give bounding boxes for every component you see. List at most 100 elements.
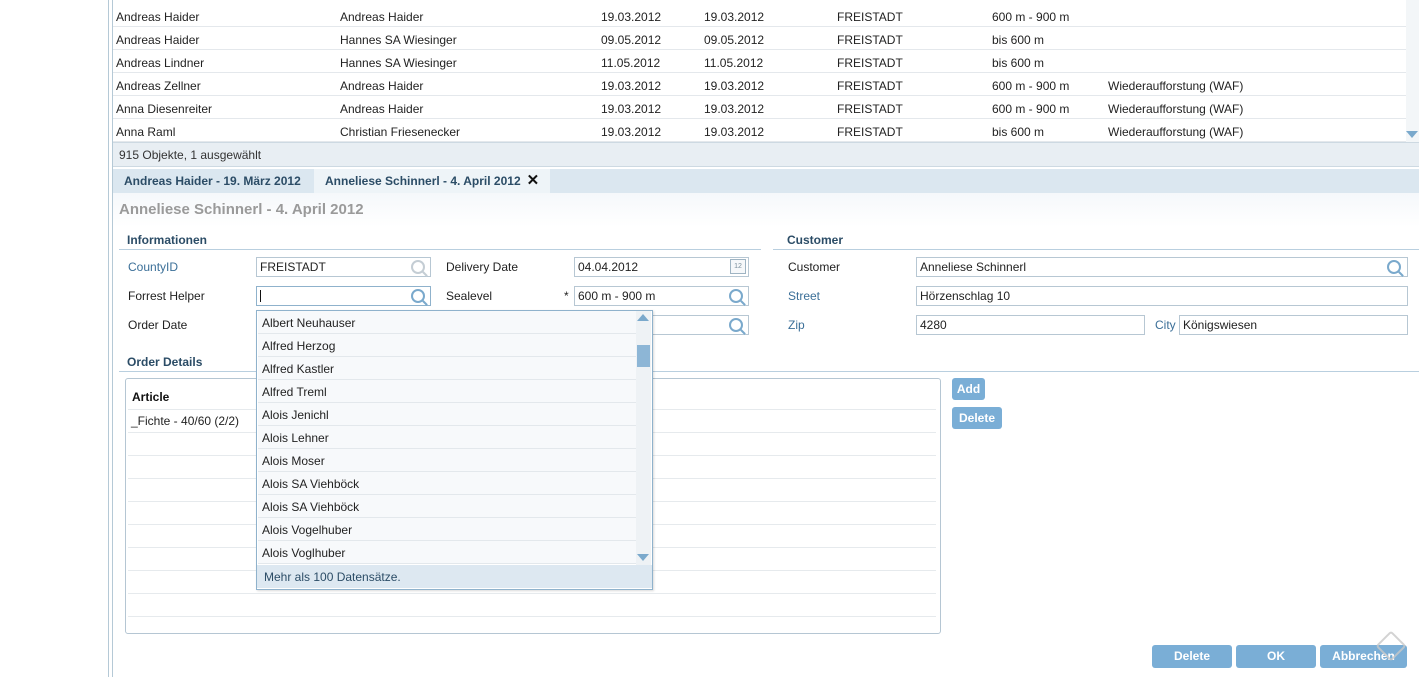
list-item-label: Alois Jenichl xyxy=(262,408,329,422)
table-row[interactable]: Andreas Lindner Hannes SA Wiesinger 11.0… xyxy=(113,49,1406,73)
object-count: 915 Objekte, 1 ausgewählt xyxy=(119,148,262,162)
table-cell: 19.03.2012 xyxy=(704,102,765,116)
scroll-down-icon[interactable] xyxy=(637,554,649,561)
forrest-helper-label: Forrest Helper xyxy=(128,289,205,303)
city-input[interactable]: Königswiesen xyxy=(1179,315,1408,335)
table-cell: 600 m - 900 m xyxy=(992,10,1070,24)
calendar-icon[interactable]: 12 xyxy=(730,259,746,274)
list-item[interactable]: Alois Jenichl xyxy=(258,403,636,426)
table-cell: 19.03.2012 xyxy=(704,10,765,24)
scroll-up-icon[interactable] xyxy=(637,314,649,321)
street-label: Street xyxy=(788,289,821,303)
street-value: Hörzenschlag 10 xyxy=(920,289,1011,303)
column-header-article[interactable]: Article xyxy=(132,390,169,404)
list-item-label: Alfred Treml xyxy=(262,385,327,399)
table-cell: 600 m - 900 m xyxy=(992,102,1070,116)
table-cell: Andreas Haider xyxy=(116,10,200,24)
delivery-date-input[interactable]: 04.04.2012 12 xyxy=(574,257,749,277)
customer-input[interactable]: Anneliese Schinnerl xyxy=(916,257,1408,277)
forrest-helper-input[interactable] xyxy=(256,286,431,306)
list-item-label: Alois SA Viehböck xyxy=(262,500,360,514)
table-cell: Wiederaufforstung (WAF) xyxy=(1108,79,1244,93)
table-row[interactable]: _Fichte - 40/60 (2/2) xyxy=(131,414,239,428)
dropdown-scrollbar[interactable] xyxy=(636,311,651,565)
table-cell: 11.05.2012 xyxy=(601,56,661,70)
zip-label: Zip xyxy=(788,318,805,332)
tab-bar: Andreas Haider - 19. März 2012 Anneliese… xyxy=(113,169,1419,193)
table-cell: 19.03.2012 xyxy=(601,125,662,139)
zip-value: 4280 xyxy=(920,318,947,332)
delivery-date-value: 04.04.2012 xyxy=(578,260,639,274)
scroll-thumb[interactable] xyxy=(637,345,650,367)
table-cell: 19.03.2012 xyxy=(704,125,765,139)
list-item-label: Albert Neuhauser xyxy=(262,316,356,330)
search-icon[interactable] xyxy=(729,289,743,303)
table-cell: Wiederaufforstung (WAF) xyxy=(1108,102,1244,116)
table-row[interactable]: Andreas Haider Andreas Haider 19.03.2012… xyxy=(113,3,1406,27)
table-cell: FREISTADT xyxy=(837,125,903,139)
search-icon[interactable] xyxy=(411,260,425,274)
list-item[interactable]: Alois Vogelhuber xyxy=(258,518,636,541)
table-cell: 19.03.2012 xyxy=(601,79,662,93)
table-scrollbar[interactable] xyxy=(1406,0,1419,142)
table-cell: FREISTADT xyxy=(837,102,903,116)
table-cell: FREISTADT xyxy=(837,10,903,24)
table-row[interactable]: Andreas Zellner Andreas Haider 19.03.201… xyxy=(113,72,1406,96)
delete-article-button[interactable]: Delete xyxy=(952,407,1002,429)
search-icon[interactable] xyxy=(411,289,425,303)
street-input[interactable]: Hörzenschlag 10 xyxy=(916,286,1408,306)
list-item-label: Alfred Herzog xyxy=(262,339,336,353)
zip-input[interactable]: 4280 xyxy=(916,315,1145,335)
list-item[interactable]: Alfred Herzog xyxy=(258,334,636,357)
table-cell: Hannes SA Wiesinger xyxy=(340,33,457,47)
table-row[interactable]: Anna Diesenreiter Andreas Haider 19.03.2… xyxy=(113,95,1406,119)
city-value: Königswiesen xyxy=(1183,318,1258,332)
sealevel-input[interactable]: 600 m - 900 m xyxy=(574,286,749,306)
list-item[interactable]: Alois Lehner xyxy=(258,426,636,449)
customer-label: Customer xyxy=(788,260,841,274)
table-cell: 600 m - 900 m xyxy=(992,79,1070,93)
scroll-down-icon[interactable] xyxy=(1406,131,1418,138)
list-item[interactable]: Alois Voglhuber xyxy=(258,541,636,564)
close-icon[interactable]: ✕ xyxy=(527,172,540,189)
city-label: City xyxy=(1155,318,1176,332)
tab-anneliese-schinnerl[interactable]: Anneliese Schinnerl - 4. April 2012 ✕ xyxy=(314,169,551,193)
list-item[interactable]: Alois SA Viehböck xyxy=(258,495,636,518)
search-icon[interactable] xyxy=(729,318,743,332)
dropdown-footer: Mehr als 100 Datensätze. xyxy=(257,565,652,588)
customer-value: Anneliese Schinnerl xyxy=(920,260,1027,274)
text-cursor xyxy=(260,290,261,302)
section-divider xyxy=(119,249,761,250)
table-cell: Andreas Haider xyxy=(116,33,200,47)
table-cell: Hannes SA Wiesinger xyxy=(340,56,457,70)
table-row[interactable]: Andreas Haider Hannes SA Wiesinger 09.05… xyxy=(113,26,1406,50)
tab-andreas-haider[interactable]: Andreas Haider - 19. März 2012 xyxy=(113,169,312,193)
table-cell: Andreas Haider xyxy=(340,79,424,93)
order-details-title: Order Details xyxy=(127,355,203,369)
tab-label: Anneliese Schinnerl - 4. April 2012 xyxy=(325,174,521,188)
list-item-label: Alois Lehner xyxy=(262,431,329,445)
table-cell: 19.03.2012 xyxy=(704,79,765,93)
table-cell: bis 600 m xyxy=(992,56,1045,70)
list-item-label: Alois SA Viehböck xyxy=(262,477,360,491)
list-item[interactable]: Alois Moser xyxy=(258,449,636,472)
customer-title: Customer xyxy=(787,233,844,247)
search-icon[interactable] xyxy=(1387,260,1401,274)
add-button[interactable]: Add xyxy=(952,378,985,400)
more-records-note: Mehr als 100 Datensätze. xyxy=(264,570,401,584)
list-item[interactable]: Alois SA Viehböck xyxy=(258,472,636,495)
table-cell: Anna Raml xyxy=(116,125,176,139)
county-input[interactable]: FREISTADT xyxy=(256,257,431,277)
list-item[interactable]: Alfred Treml xyxy=(258,380,636,403)
list-item[interactable]: Alfred Kastler xyxy=(258,357,636,380)
table-cell: 19.03.2012 xyxy=(601,10,662,24)
table-cell: Andreas Haider xyxy=(340,102,424,116)
table-cell: 09.05.2012 xyxy=(601,33,662,47)
ok-button[interactable]: OK xyxy=(1236,645,1316,668)
grid-divider xyxy=(128,593,936,594)
table-row[interactable]: Anna Raml Christian Friesenecker 19.03.2… xyxy=(113,118,1406,142)
delete-button[interactable]: Delete xyxy=(1152,645,1232,668)
list-item[interactable]: Albert Neuhauser xyxy=(258,311,636,334)
table-cell: Christian Friesenecker xyxy=(340,125,461,139)
table-cell: Andreas Zellner xyxy=(116,79,201,93)
